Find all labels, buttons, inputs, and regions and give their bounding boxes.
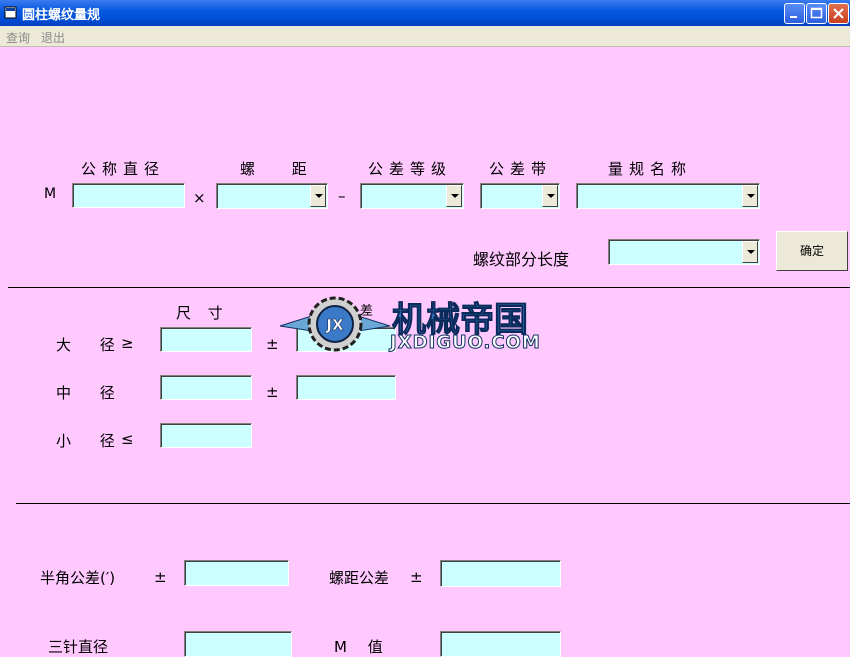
major-diameter-label: 大 径 bbox=[56, 336, 127, 354]
half-angle-tol-label: 半角公差(′) bbox=[40, 569, 116, 587]
greater-equal-sign: ≥ bbox=[121, 334, 134, 352]
pitch-select[interactable] bbox=[216, 183, 328, 209]
confirm-button[interactable]: 确定 bbox=[776, 231, 848, 271]
plus-minus-sign: ± bbox=[266, 335, 279, 353]
gear-wings-icon: JX bbox=[279, 296, 391, 352]
m-value-label: M 值 bbox=[334, 638, 391, 656]
pitch-diameter-size-input[interactable] bbox=[160, 375, 252, 400]
menu-bar: 查询 退出 bbox=[0, 26, 850, 47]
chevron-down-icon[interactable] bbox=[742, 185, 758, 207]
pitch-tol-input[interactable] bbox=[440, 560, 561, 587]
minimize-icon bbox=[790, 16, 797, 18]
chevron-down-icon[interactable] bbox=[742, 241, 758, 263]
tolerance-grade-select[interactable] bbox=[360, 183, 464, 209]
chevron-down-icon[interactable] bbox=[310, 185, 326, 207]
close-button[interactable] bbox=[828, 3, 849, 24]
title-bar: 圆柱螺纹量规 bbox=[0, 0, 850, 26]
maximize-icon bbox=[810, 7, 823, 19]
thread-length-label: 螺纹部分长度 bbox=[473, 250, 570, 269]
plus-minus-sign: ± bbox=[154, 568, 167, 586]
pitch-diameter-tol-input[interactable] bbox=[296, 375, 396, 400]
tolerance-zone-select[interactable] bbox=[480, 183, 560, 209]
size-header: 尺 寸 bbox=[176, 304, 229, 322]
tolerance-zone-label: 公差带 bbox=[489, 160, 553, 178]
minor-diameter-label: 小 径 bbox=[56, 432, 127, 450]
gauge-name-select[interactable] bbox=[576, 183, 760, 209]
nominal-diameter-label: 公称直径 bbox=[81, 160, 166, 178]
plus-minus-sign: ± bbox=[266, 383, 279, 401]
three-wire-diameter-label: 三针直径 bbox=[48, 638, 109, 656]
less-equal-sign: ≤ bbox=[121, 430, 134, 448]
thread-length-select[interactable] bbox=[608, 239, 760, 265]
times-sign: × bbox=[193, 189, 206, 207]
m-prefix-label: M bbox=[44, 186, 57, 202]
nominal-diameter-input[interactable] bbox=[72, 183, 185, 208]
menu-exit[interactable]: 退出 bbox=[41, 29, 65, 46]
gauge-name-label: 量规名称 bbox=[608, 160, 693, 178]
major-diameter-size-input[interactable] bbox=[160, 327, 252, 352]
maximize-button[interactable] bbox=[806, 3, 827, 24]
minimize-button[interactable] bbox=[784, 3, 805, 24]
logo-monogram: JX bbox=[325, 316, 344, 334]
watermark-logo: JX 机械帝国 JXDIGUO.COM bbox=[278, 292, 578, 362]
minor-diameter-size-input[interactable] bbox=[160, 423, 252, 448]
window-title: 圆柱螺纹量规 bbox=[22, 8, 101, 23]
divider-bottom bbox=[16, 503, 850, 504]
menu-query[interactable]: 查询 bbox=[6, 29, 30, 46]
half-angle-tol-input[interactable] bbox=[184, 560, 289, 586]
chevron-down-icon[interactable] bbox=[542, 185, 558, 207]
watermark-url: JXDIGUO.COM bbox=[390, 332, 541, 354]
divider-top bbox=[8, 287, 850, 288]
pitch-diameter-label: 中 径 bbox=[56, 384, 127, 402]
dash-sign: – bbox=[338, 187, 346, 205]
tolerance-grade-label: 公差等级 bbox=[368, 160, 453, 178]
close-icon bbox=[833, 8, 844, 19]
app-icon bbox=[4, 6, 17, 19]
chevron-down-icon[interactable] bbox=[446, 185, 462, 207]
plus-minus-sign: ± bbox=[410, 568, 423, 586]
pitch-tol-label: 螺距公差 bbox=[329, 569, 390, 587]
m-value-input[interactable] bbox=[440, 631, 561, 657]
pitch-label: 螺 距 bbox=[240, 160, 323, 178]
three-wire-diameter-input[interactable] bbox=[184, 631, 292, 657]
